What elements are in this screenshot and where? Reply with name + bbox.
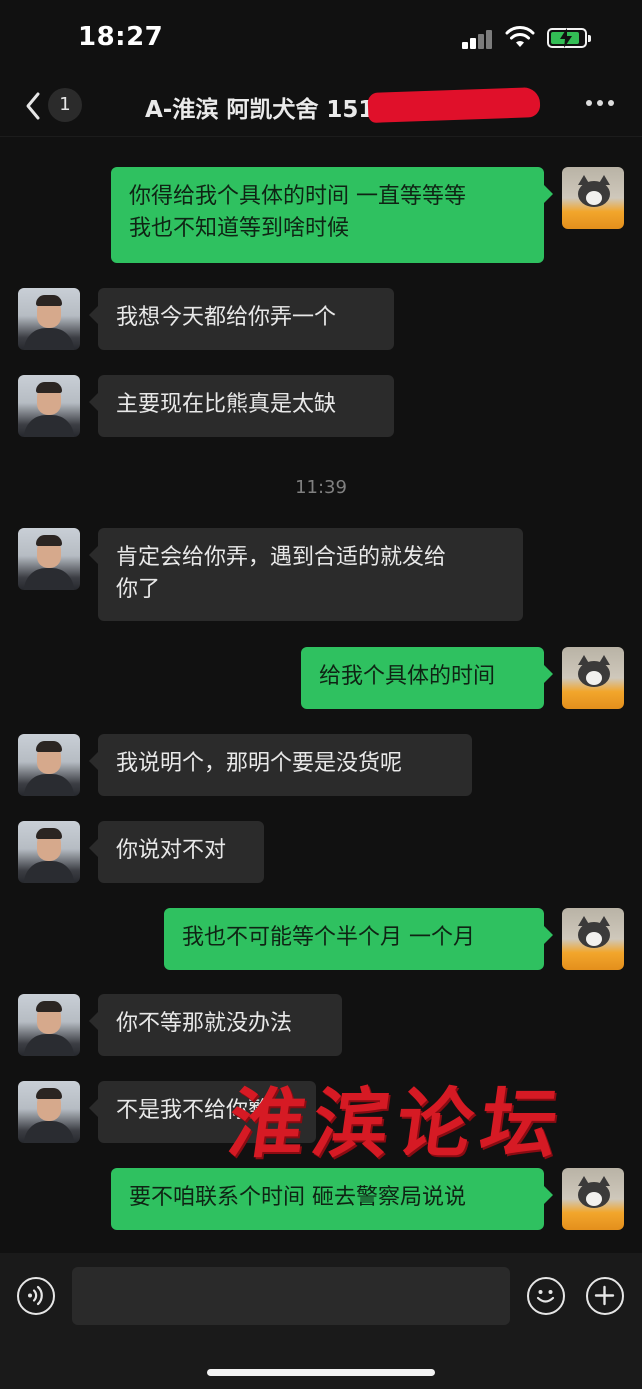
redaction-mark bbox=[367, 87, 541, 123]
message-text-input[interactable] bbox=[72, 1267, 510, 1325]
my-avatar[interactable] bbox=[562, 647, 624, 709]
sent-message-bubble[interactable]: 给我个具体的时间 bbox=[301, 647, 553, 709]
back-chevron-icon[interactable] bbox=[20, 86, 46, 126]
emoji-icon[interactable] bbox=[527, 1277, 565, 1315]
received-message-bubble[interactable]: 主要现在比熊真是太缺 bbox=[89, 375, 394, 437]
home-indicator[interactable] bbox=[207, 1369, 435, 1376]
battery-icon bbox=[547, 28, 591, 48]
sent-message-bubble[interactable]: 你得给我个具体的时间 一直等等等 我也不知道等到啥时候 bbox=[111, 167, 553, 263]
contact-avatar[interactable] bbox=[18, 1081, 80, 1143]
status-bar: 18:27 bbox=[0, 0, 642, 78]
forum-watermark: 淮滨论坛 bbox=[222, 1079, 572, 1168]
message-timestamp: 11:39 bbox=[295, 477, 347, 498]
chat-header: 1 A-淮滨 阿凯犬舍 151 bbox=[0, 78, 642, 137]
cellular-signal-icon bbox=[462, 29, 494, 49]
unread-count-badge[interactable]: 1 bbox=[48, 88, 82, 122]
received-message-bubble[interactable]: 我想今天都给你弄一个 bbox=[89, 288, 394, 350]
my-avatar[interactable] bbox=[562, 167, 624, 229]
my-avatar[interactable] bbox=[562, 908, 624, 970]
status-time: 18:27 bbox=[78, 22, 164, 52]
contact-avatar[interactable] bbox=[18, 528, 80, 590]
contact-avatar[interactable] bbox=[18, 375, 80, 437]
wifi-icon bbox=[505, 26, 535, 47]
contact-avatar[interactable] bbox=[18, 288, 80, 350]
add-more-icon[interactable] bbox=[586, 1277, 624, 1315]
contact-avatar[interactable] bbox=[18, 734, 80, 796]
contact-avatar[interactable] bbox=[18, 994, 80, 1056]
more-options-icon[interactable] bbox=[586, 100, 616, 108]
received-message-bubble[interactable]: 你不等那就没办法 bbox=[89, 994, 342, 1056]
received-message-bubble[interactable]: 肯定会给你弄，遇到合适的就发给 你了 bbox=[89, 528, 523, 621]
contact-avatar[interactable] bbox=[18, 821, 80, 883]
received-message-bubble[interactable]: 你说对不对 bbox=[89, 821, 264, 883]
voice-input-icon[interactable] bbox=[17, 1277, 55, 1315]
chat-title[interactable]: A-淮滨 阿凯犬舍 151 bbox=[145, 90, 374, 124]
my-avatar[interactable] bbox=[562, 1168, 624, 1230]
sent-message-bubble[interactable]: 要不咱联系个时间 砸去警察局说说 bbox=[111, 1168, 553, 1230]
received-message-bubble[interactable]: 我说明个，那明个要是没货呢 bbox=[89, 734, 472, 796]
sent-message-bubble[interactable]: 我也不可能等个半个月 一个月 bbox=[164, 908, 553, 970]
